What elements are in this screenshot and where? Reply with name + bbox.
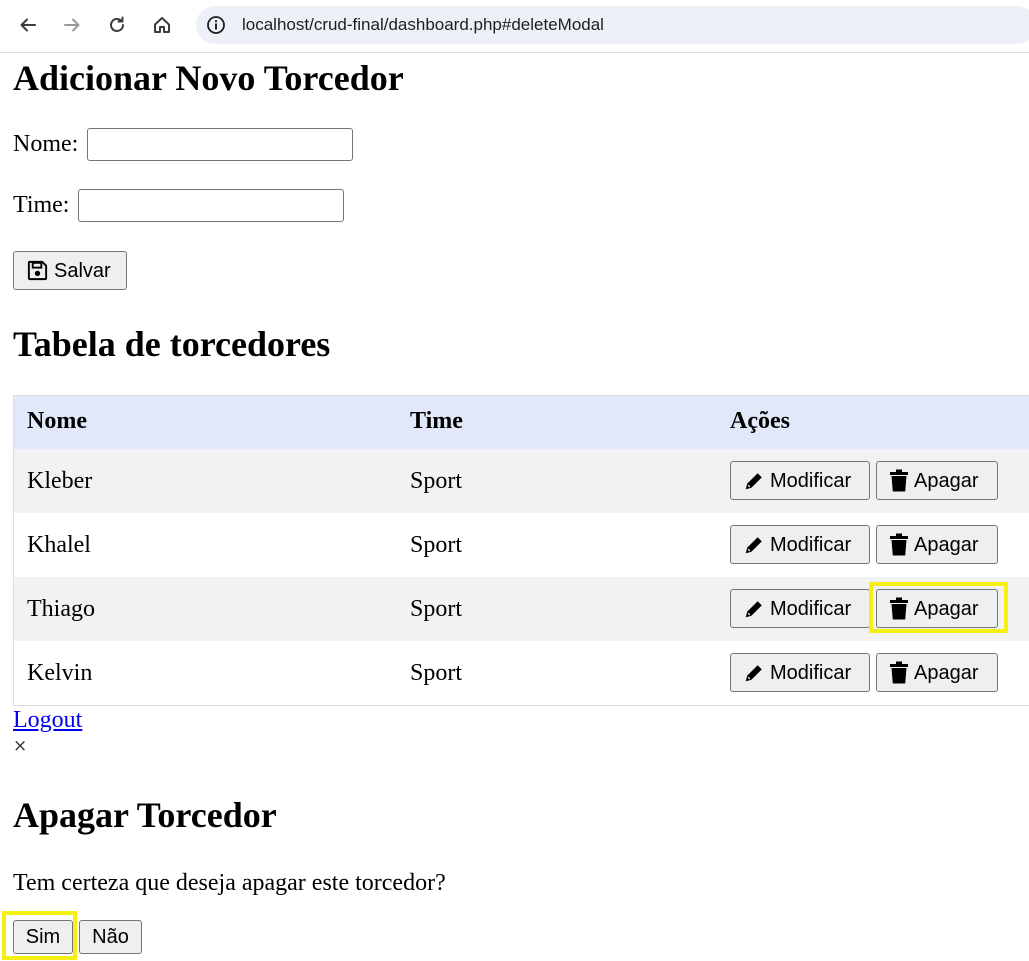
back-button[interactable]: [13, 10, 43, 40]
row-name: Khalel: [27, 532, 91, 558]
row-name: Thiago: [27, 596, 95, 622]
confirm-yes-button[interactable]: Sim: [13, 920, 73, 954]
reload-button[interactable]: [102, 10, 132, 40]
floppy-disk-icon: [27, 260, 48, 281]
name-input[interactable]: [87, 128, 353, 161]
site-info-button[interactable]: [205, 14, 227, 36]
modal-close-button[interactable]: ×: [13, 738, 27, 755]
save-label: Salvar: [54, 259, 111, 282]
edit-button[interactable]: Modificar: [730, 461, 870, 500]
trash-icon: [890, 597, 908, 619]
team-input[interactable]: [78, 189, 344, 222]
trash-icon: [890, 469, 908, 491]
home-button[interactable]: [147, 10, 177, 40]
save-button[interactable]: Salvar: [13, 251, 127, 290]
pencil-icon: [745, 664, 762, 681]
table-row: Kleber Sport Modificar Apagar: [14, 449, 1029, 513]
add-form-heading: Adicionar Novo Torcedor: [13, 58, 404, 98]
row-team: Sport: [410, 660, 463, 686]
edit-label: Modificar: [770, 597, 852, 620]
delete-button[interactable]: Apagar: [876, 461, 998, 500]
modal-message: Tem certeza que deseja apagar este torce…: [13, 870, 446, 896]
name-label: Nome:: [13, 131, 79, 157]
row-name: Kelvin: [27, 660, 93, 686]
edit-label: Modificar: [770, 469, 852, 492]
edit-button[interactable]: Modificar: [730, 525, 870, 564]
delete-button[interactable]: Apagar: [876, 653, 998, 692]
table-row: Thiago Sport Modificar Apagar: [14, 577, 1029, 641]
edit-button[interactable]: Modificar: [730, 653, 870, 692]
confirm-no-button[interactable]: Não: [79, 920, 142, 954]
pencil-icon: [745, 472, 762, 489]
browser-toolbar: localhost/crud-final/dashboard.php#delet…: [0, 0, 1029, 53]
forward-button[interactable]: [57, 10, 87, 40]
table-row: Khalel Sport Modificar Apagar: [14, 513, 1029, 577]
row-team: Sport: [410, 596, 463, 622]
edit-label: Modificar: [770, 533, 852, 556]
delete-button[interactable]: Apagar: [876, 589, 998, 628]
column-header-acoes: Ações: [730, 408, 790, 434]
pencil-icon: [745, 600, 762, 617]
row-team: Sport: [410, 532, 463, 558]
row-name: Kleber: [27, 468, 93, 494]
team-label: Time:: [13, 192, 70, 218]
delete-label: Apagar: [914, 597, 979, 620]
home-icon: [154, 17, 170, 33]
reload-icon: [110, 16, 124, 32]
column-header-time: Time: [410, 408, 463, 434]
site-info-icon: [207, 16, 225, 34]
table-row: Kelvin Sport Modificar Apagar: [14, 641, 1029, 705]
pencil-icon: [745, 536, 762, 553]
column-header-nome: Nome: [27, 408, 87, 434]
no-label: Não: [92, 926, 129, 948]
fans-table: Nome Time Ações Kleber Sport Modificar A…: [13, 395, 1029, 706]
row-team: Sport: [410, 468, 463, 494]
url-text[interactable]: localhost/crud-final/dashboard.php#delet…: [242, 15, 604, 35]
address-bar[interactable]: localhost/crud-final/dashboard.php#delet…: [196, 6, 1029, 44]
delete-label: Apagar: [914, 661, 979, 684]
trash-icon: [890, 661, 908, 683]
yes-label: Sim: [25, 926, 61, 948]
edit-button[interactable]: Modificar: [730, 589, 870, 628]
delete-label: Apagar: [914, 469, 979, 492]
trash-icon: [890, 533, 908, 555]
logout-link[interactable]: Logout: [13, 707, 82, 733]
delete-button[interactable]: Apagar: [876, 525, 998, 564]
table-heading: Tabela de torcedores: [13, 324, 331, 364]
modal-heading: Apagar Torcedor: [13, 795, 277, 835]
table-header-row: Nome Time Ações: [14, 396, 1029, 449]
back-icon: [20, 18, 36, 32]
edit-label: Modificar: [770, 661, 852, 684]
delete-label: Apagar: [914, 533, 979, 556]
forward-icon: [64, 18, 80, 32]
